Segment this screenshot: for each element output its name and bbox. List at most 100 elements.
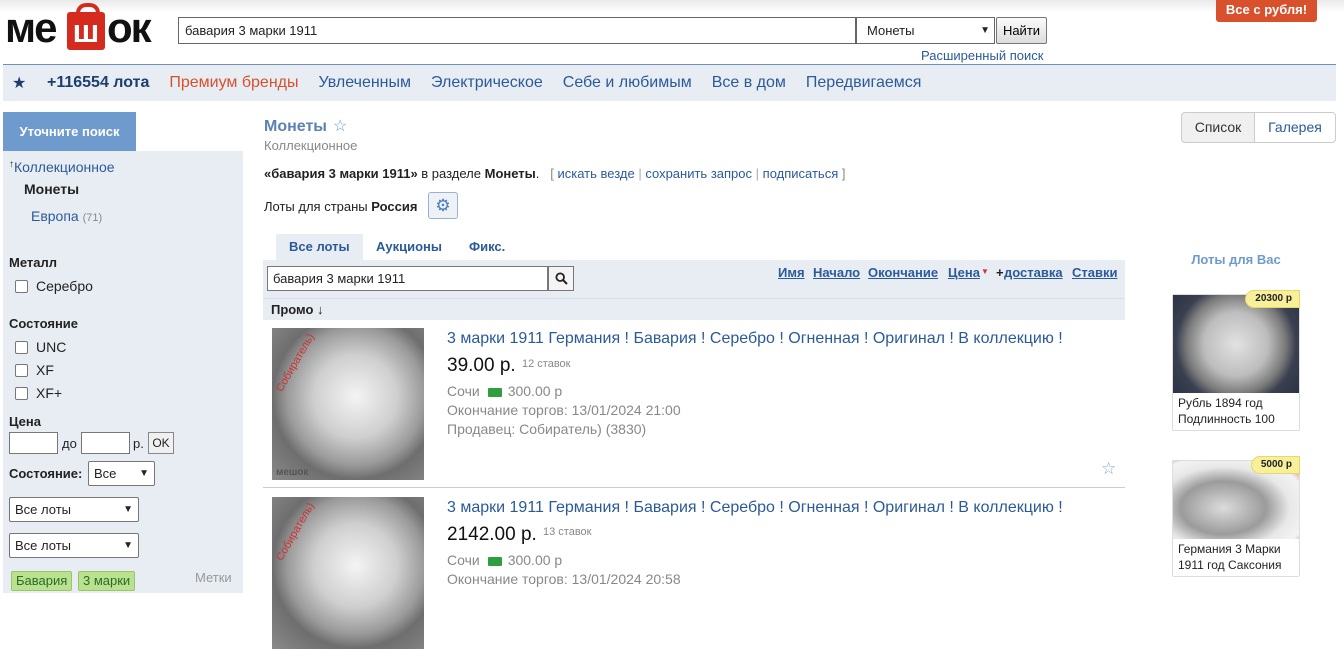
lots-select-1[interactable]: Все лоты ▼ bbox=[9, 497, 139, 522]
select-value: Все лоты bbox=[15, 502, 71, 517]
metal-filter-title: Металл bbox=[9, 255, 58, 270]
lot-item[interactable]: Собиратель) 3 марки 1911 Германия ! Бава… bbox=[263, 489, 1125, 657]
sort-end[interactable]: Окончание bbox=[868, 265, 938, 280]
save-query-link[interactable]: сохранить запрос bbox=[645, 166, 752, 181]
search-button[interactable]: Найти bbox=[996, 17, 1047, 44]
checkbox[interactable] bbox=[15, 386, 28, 400]
watermark: Собиратель) bbox=[274, 331, 317, 394]
query-summary: «бавария 3 марки 1911» в разделе Монеты.… bbox=[264, 166, 846, 181]
sort-bids[interactable]: Ставки bbox=[1072, 265, 1117, 280]
nav-premium-brands[interactable]: Премиум бренды bbox=[169, 74, 298, 92]
chevron-down-icon: ▼ bbox=[123, 504, 133, 515]
condition-select-label: Состояние: bbox=[9, 466, 83, 481]
chevron-down-icon: ▼ bbox=[123, 540, 133, 551]
watch-star-icon[interactable]: ☆ bbox=[1101, 459, 1116, 479]
nav-item-home[interactable]: Все в дом bbox=[712, 74, 786, 92]
recommended-title: Лоты для Вас bbox=[1191, 252, 1281, 267]
category-select[interactable]: Монеты ▼ bbox=[856, 17, 995, 44]
separator: | bbox=[638, 166, 642, 181]
tab-auctions[interactable]: Аукционы bbox=[363, 234, 455, 261]
page-title: Монеты bbox=[264, 118, 327, 135]
filter-unc[interactable]: UNC bbox=[15, 339, 66, 355]
nav-item-enthusiasts[interactable]: Увлеченным bbox=[319, 74, 412, 92]
parent-category[interactable]: ↑Коллекционное bbox=[9, 159, 115, 175]
lot-seller[interactable]: Продавец: Собиратель) (3830) bbox=[447, 421, 646, 437]
local-search-input[interactable]: бавария 3 марки 1911 bbox=[267, 266, 548, 291]
promo-sort-row[interactable]: Промо ↓ bbox=[263, 298, 1125, 320]
logo-bag-letter: ш bbox=[72, 13, 100, 49]
card-image[interactable] bbox=[1173, 295, 1299, 393]
logo-text-left: ме bbox=[5, 4, 57, 51]
sidebar-filters: ↑Коллекционное Монеты Европа (71) Металл… bbox=[3, 151, 243, 593]
subcategory-europe[interactable]: Европа (71) bbox=[31, 208, 102, 224]
lot-image[interactable]: Собиратель) bbox=[272, 497, 424, 649]
price-filter-title: Цена bbox=[9, 414, 41, 429]
site-logo[interactable]: ме ш ок bbox=[5, 3, 167, 51]
tag-3-marks[interactable]: 3 марки bbox=[78, 571, 136, 591]
filter-xf[interactable]: XF bbox=[15, 362, 54, 378]
favorite-star-icon[interactable]: ☆ bbox=[333, 116, 347, 136]
lots-select-2[interactable]: Все лоты ▼ bbox=[9, 533, 139, 558]
search-everywhere-link[interactable]: искать везде bbox=[557, 166, 634, 181]
sort-start[interactable]: Начало bbox=[813, 265, 860, 280]
tab-all-lots[interactable]: Все лоты bbox=[276, 234, 363, 261]
price-from-input[interactable] bbox=[9, 432, 58, 454]
nav-item-electric[interactable]: Электрическое bbox=[431, 74, 543, 92]
lot-location: Сочи 300.00 р bbox=[447, 552, 562, 568]
bracket-open: [ bbox=[550, 166, 554, 181]
price-to-label: до bbox=[62, 436, 77, 451]
page-subtitle: Коллекционное bbox=[264, 138, 358, 153]
plus-sign: + bbox=[996, 265, 1004, 280]
tag-bavaria[interactable]: Бавария bbox=[11, 571, 73, 591]
lot-image[interactable]: Собиратель) мешок bbox=[272, 328, 424, 480]
gear-icon[interactable]: ⚙ bbox=[428, 192, 458, 219]
sort-delivery[interactable]: доставка bbox=[1004, 265, 1063, 280]
sort-price[interactable]: Цена bbox=[948, 265, 980, 280]
checkbox[interactable] bbox=[15, 363, 28, 377]
filter-silver[interactable]: Серебро bbox=[15, 278, 93, 294]
lot-price: 2142.00 р. bbox=[447, 524, 537, 545]
filter-label: XF bbox=[36, 362, 54, 378]
truck-icon bbox=[487, 387, 502, 397]
nav-item-transport[interactable]: Передвигаемся bbox=[806, 74, 922, 92]
card-caption[interactable]: Германия 3 Марки 1911 год Саксония bbox=[1173, 539, 1299, 576]
sort-name[interactable]: Имя bbox=[778, 265, 805, 280]
country-value: Россия bbox=[371, 199, 418, 214]
country-label: Лоты для страны bbox=[264, 199, 368, 214]
condition-select[interactable]: Все ▼ bbox=[88, 461, 155, 486]
view-list-button[interactable]: Список bbox=[1181, 112, 1255, 143]
tab-fixed[interactable]: Фикс. bbox=[456, 234, 518, 261]
card-caption[interactable]: Рубль 1894 год Подлинность 100 bbox=[1173, 393, 1299, 430]
view-gallery-button[interactable]: Галерея bbox=[1254, 112, 1336, 143]
promo-badge[interactable]: Все с рубля! bbox=[1216, 0, 1317, 22]
star-icon[interactable]: ★ bbox=[12, 73, 30, 93]
lot-title[interactable]: 3 марки 1911 Германия ! Бавария ! Серебр… bbox=[447, 330, 1063, 348]
chevron-down-icon: ▼ bbox=[980, 25, 990, 36]
query-section: Монеты bbox=[484, 166, 536, 181]
lot-delivery: 300.00 р bbox=[507, 552, 563, 568]
checkbox[interactable] bbox=[15, 340, 28, 354]
query-text: «бавария 3 марки 1911» bbox=[264, 166, 418, 181]
search-icon[interactable] bbox=[548, 266, 574, 291]
lot-count-link[interactable]: +116554 лота bbox=[47, 74, 149, 92]
price-to-input[interactable] bbox=[81, 432, 130, 454]
subscribe-link[interactable]: подписаться bbox=[763, 166, 839, 181]
recommended-card[interactable]: 5000 р Германия 3 Марки 1911 год Саксони… bbox=[1172, 456, 1300, 577]
subcategory-link[interactable]: Европа bbox=[31, 208, 79, 224]
checkbox[interactable] bbox=[15, 279, 28, 293]
lot-title[interactable]: 3 марки 1911 Германия ! Бавария ! Серебр… bbox=[447, 499, 1063, 517]
advanced-search-link[interactable]: Расширенный поиск bbox=[921, 48, 1043, 63]
nav-item-self[interactable]: Себе и любимым bbox=[563, 74, 692, 92]
main-content: Монеты ☆ Коллекционное «бавария 3 марки … bbox=[263, 112, 1125, 649]
chevron-down-icon: ▼ bbox=[139, 468, 149, 479]
price-ok-button[interactable]: OK bbox=[148, 432, 174, 454]
filter-xf-plus[interactable]: XF+ bbox=[15, 385, 62, 401]
recommended-card[interactable]: 20300 р Рубль 1894 год Подлинность 100 bbox=[1172, 290, 1300, 431]
search-input[interactable]: бавария 3 марки 1911 bbox=[178, 17, 856, 44]
sidebar: Уточните поиск ↑Коллекционное Монеты Евр… bbox=[3, 112, 243, 593]
bag-icon: ш bbox=[67, 3, 105, 50]
select-value: Все bbox=[94, 466, 117, 481]
lot-item[interactable]: Собиратель) мешок 3 марки 1911 Германия !… bbox=[263, 320, 1125, 488]
lot-end-time: Окончание торгов: 13/01/2024 20:58 bbox=[447, 571, 681, 587]
parent-category-link[interactable]: Коллекционное bbox=[14, 159, 115, 175]
